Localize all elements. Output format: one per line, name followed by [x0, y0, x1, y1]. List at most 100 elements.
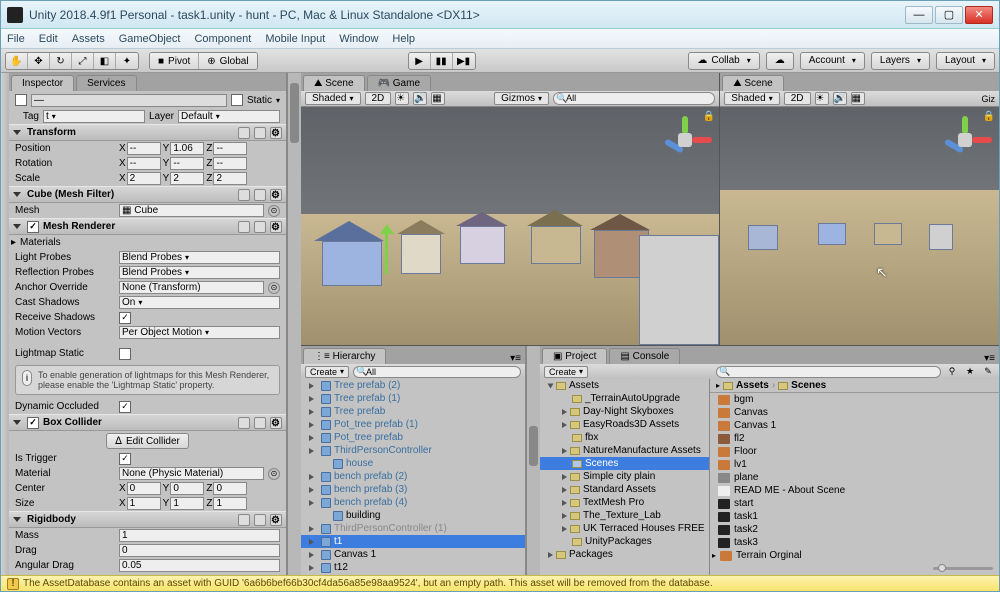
project-folder[interactable]: Day-Night Skyboxes: [540, 405, 709, 418]
fx-toggle-icon-2[interactable]: ▦: [851, 92, 865, 105]
project-folder[interactable]: Scenes: [540, 457, 709, 470]
project-asset[interactable]: bgm: [710, 393, 999, 406]
hand-tool[interactable]: ✋: [6, 53, 28, 70]
castshadows-dropdown[interactable]: On: [119, 296, 280, 309]
menu-gameobject[interactable]: GameObject: [119, 33, 181, 45]
fx-toggle-icon[interactable]: ▦: [431, 92, 445, 105]
step-button[interactable]: ▶▮: [453, 53, 475, 70]
hierarchy-item[interactable]: bench prefab (2): [301, 470, 525, 483]
dynocc-checkbox[interactable]: ✓: [119, 401, 131, 413]
anchor-picker-icon[interactable]: ⊙: [268, 282, 280, 294]
meshrenderer-header[interactable]: ✓ Mesh Renderer: [9, 218, 286, 235]
project-folder-tree[interactable]: Assets_TerrainAutoUpgradeDay-Night Skybo…: [540, 379, 710, 575]
transform-header[interactable]: Transform: [9, 124, 286, 141]
tab-console[interactable]: ▤ Console: [609, 348, 680, 364]
pivot-toggle[interactable]: ■ Pivot: [150, 53, 198, 70]
hierarchy-item[interactable]: ThirdPersonController: [301, 444, 525, 457]
project-folder[interactable]: EasyRoads3D Assets: [540, 418, 709, 431]
rotate-tool[interactable]: ↻: [50, 53, 72, 70]
audio-toggle-icon[interactable]: 🔊: [413, 92, 427, 105]
center-y-field[interactable]: 0: [170, 482, 204, 495]
recvshadows-checkbox[interactable]: ✓: [119, 312, 131, 324]
gizmos-dropdown[interactable]: Gizmos: [494, 92, 549, 105]
2d-toggle[interactable]: 2D: [365, 92, 392, 105]
project-folder[interactable]: UK Terraced Houses FREE: [540, 522, 709, 535]
project-folder[interactable]: NatureManufacture Assets: [540, 444, 709, 457]
hierarchy-item[interactable]: Tree prefab (1): [301, 392, 525, 405]
filter-icon[interactable]: ⚲: [945, 366, 959, 378]
move-tool[interactable]: ✥: [28, 53, 50, 70]
scale-z-field[interactable]: 2: [213, 172, 247, 185]
hierarchy-scrollbar[interactable]: [526, 346, 540, 575]
hierarchy-item[interactable]: Pot_tree prefab: [301, 431, 525, 444]
fav-icon[interactable]: ★: [963, 366, 977, 378]
tab-scene-2[interactable]: ⛰ Scene: [722, 75, 784, 91]
lock-icon-2[interactable]: 🔒: [983, 111, 995, 122]
center-z-field[interactable]: 0: [213, 482, 247, 495]
hierarchy-tree[interactable]: Tree prefab (2)Tree prefab (1)Tree prefa…: [301, 379, 525, 575]
lightprobes-dropdown[interactable]: Blend Probes: [119, 251, 280, 264]
project-folder[interactable]: The_Texture_Lab: [540, 509, 709, 522]
2d-toggle-2[interactable]: 2D: [784, 92, 811, 105]
minimize-button[interactable]: —: [905, 6, 933, 24]
hierarchy-item[interactable]: ThirdPersonController (1): [301, 522, 525, 535]
hierarchy-item[interactable]: Canvas 1: [301, 548, 525, 561]
mesh-field[interactable]: ▦ Cube: [119, 204, 264, 217]
hierarchy-item[interactable]: t12: [301, 561, 525, 574]
tag-dropdown[interactable]: t: [43, 110, 145, 123]
position-z-field[interactable]: --: [213, 142, 247, 155]
tab-game[interactable]: 🎮 Game: [367, 75, 431, 91]
project-asset[interactable]: Floor: [710, 445, 999, 458]
menu-edit[interactable]: Edit: [39, 33, 58, 45]
tab-inspector[interactable]: Inspector: [11, 75, 74, 91]
project-asset[interactable]: ▸Terrain Orginal: [710, 549, 999, 562]
rigidbody-header[interactable]: Rigidbody: [9, 511, 286, 528]
component-docs-icon[interactable]: [238, 127, 250, 139]
reflprobes-dropdown[interactable]: Blend Probes: [119, 266, 280, 279]
tab-hierarchy[interactable]: ⋮≡ Hierarchy: [303, 348, 386, 364]
scale-y-field[interactable]: 2: [170, 172, 204, 185]
center-x-field[interactable]: 0: [127, 482, 161, 495]
account-dropdown[interactable]: Account: [800, 52, 865, 70]
project-asset[interactable]: start: [710, 497, 999, 510]
lighting-toggle-icon[interactable]: ☀: [395, 92, 409, 105]
motionvec-dropdown[interactable]: Per Object Motion: [119, 326, 280, 339]
layers-dropdown[interactable]: Layers: [871, 52, 930, 70]
position-x-field[interactable]: --: [127, 142, 161, 155]
project-asset[interactable]: Canvas: [710, 406, 999, 419]
menu-help[interactable]: Help: [392, 33, 415, 45]
istrigger-checkbox[interactable]: ✓: [119, 453, 131, 465]
collider-enabled-checkbox[interactable]: ✓: [27, 417, 39, 429]
lighting-toggle-icon-2[interactable]: ☀: [815, 92, 829, 105]
position-y-field[interactable]: 1.06: [170, 142, 204, 155]
project-search-input[interactable]: [716, 366, 941, 378]
boxcollider-header[interactable]: ✓ Box Collider: [9, 414, 286, 431]
project-folder[interactable]: Standard Assets: [540, 483, 709, 496]
scale-tool[interactable]: ⤢: [72, 53, 94, 70]
project-asset[interactable]: plane: [710, 471, 999, 484]
tab-services[interactable]: Services: [76, 75, 136, 91]
mass-field[interactable]: 1: [119, 529, 280, 542]
menu-component[interactable]: Component: [194, 33, 251, 45]
menu-window[interactable]: Window: [339, 33, 378, 45]
renderer-enabled-checkbox[interactable]: ✓: [27, 221, 39, 233]
project-breadcrumb[interactable]: ▸ Assets › Scenes: [710, 379, 999, 393]
play-button[interactable]: ▶: [409, 53, 431, 70]
menu-mobileinput[interactable]: Mobile Input: [265, 33, 325, 45]
cloud-button[interactable]: [766, 52, 794, 70]
edit-collider-button[interactable]: ᐃ Edit Collider: [106, 433, 189, 449]
static-dropdown-icon[interactable]: ▾: [276, 96, 280, 105]
project-asset[interactable]: task3: [710, 536, 999, 549]
hierarchy-item[interactable]: bench prefab (4): [301, 496, 525, 509]
lock-icon[interactable]: 🔒: [703, 111, 715, 122]
project-asset[interactable]: task1: [710, 510, 999, 523]
anchor-field[interactable]: None (Transform): [119, 281, 264, 294]
scene-viewport[interactable]: 🔒: [301, 107, 719, 345]
multi-tool[interactable]: ✦: [116, 53, 138, 70]
pause-button[interactable]: ▮▮: [431, 53, 453, 70]
tab-scene[interactable]: ⛰ Scene: [303, 75, 365, 91]
project-asset[interactable]: task2: [710, 523, 999, 536]
project-folder[interactable]: UnityPackages: [540, 535, 709, 548]
hierarchy-item[interactable]: house: [301, 457, 525, 470]
project-asset[interactable]: lv1: [710, 458, 999, 471]
